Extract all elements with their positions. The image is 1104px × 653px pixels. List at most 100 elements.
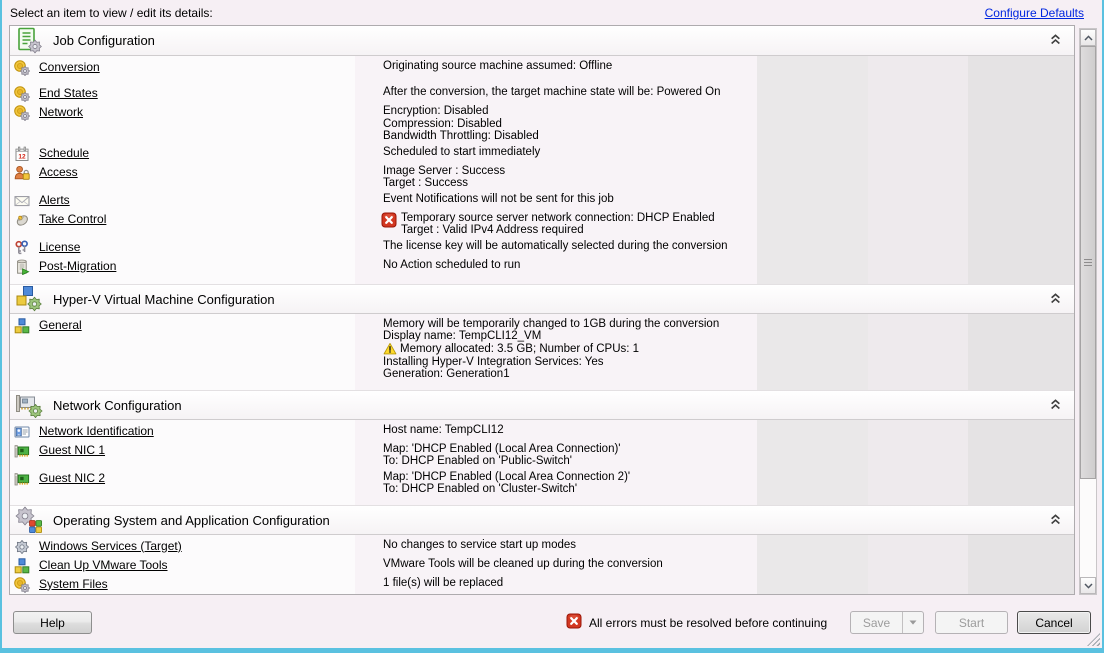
instruction-label: Select an item to view / edit its detail… (10, 6, 213, 20)
item-link-license[interactable]: License (39, 240, 80, 254)
error-icon (566, 613, 582, 629)
section-body: General Memory will be temporarily change… (10, 314, 1074, 390)
collapse-section-button[interactable] (1050, 32, 1062, 44)
item-description: 1 file(s) will be replaced (355, 577, 757, 593)
network-id-icon (14, 424, 30, 440)
collapse-section-button[interactable] (1050, 512, 1062, 524)
description-line: Host name: TempCLI12 (383, 424, 757, 437)
nic-icon (14, 471, 30, 487)
description-line: The license key will be automatically se… (383, 240, 757, 253)
warning-icon (383, 342, 397, 356)
item-link-network-identification[interactable]: Network Identification (39, 424, 154, 438)
item-link-post-migration[interactable]: Post-Migration (39, 259, 116, 273)
section-title: Job Configuration (53, 33, 155, 48)
gold-gear-icon (14, 577, 30, 593)
config-row: AccessImage Server : SuccessTarget : Suc… (10, 163, 1074, 191)
section-title: Network Configuration (53, 398, 182, 413)
item-description: VMware Tools will be cleaned up during t… (355, 558, 757, 574)
item-description: No Action scheduled to run (355, 259, 757, 275)
item-cell: Post-Migration (10, 259, 355, 275)
scroll-thumb[interactable] (1080, 46, 1096, 479)
config-row: General Memory will be temporarily change… (10, 316, 1074, 382)
config-row: License The license key will be automatic… (10, 238, 1074, 257)
item-link-network[interactable]: Network (39, 105, 83, 119)
item-cell: License (10, 240, 355, 256)
script-icon (14, 259, 30, 275)
description-line: Bandwidth Throttling: Disabled (383, 130, 757, 143)
start-button[interactable]: Start (935, 611, 1008, 634)
collapse-section-button[interactable] (1050, 397, 1062, 409)
gold-gear-icon (14, 86, 30, 102)
item-cell: General (10, 318, 355, 381)
item-link-conversion[interactable]: Conversion (39, 60, 100, 74)
item-cell: Guest NIC 2 (10, 471, 355, 496)
description-line: Encryption: Disabled (383, 105, 757, 118)
description-line: Scheduled to start immediately (383, 146, 757, 159)
section-title: Hyper-V Virtual Machine Configuration (53, 292, 275, 307)
config-row: Clean Up VMware Tools VMware Tools will b… (10, 556, 1074, 575)
section-title: Operating System and Application Configu… (53, 513, 330, 528)
item-cell: Conversion (10, 60, 355, 84)
network-card-gear-icon (15, 391, 43, 419)
item-link-alerts[interactable]: Alerts (39, 193, 70, 207)
section-network-configuration: Network Configuration Network Identificat… (10, 390, 1074, 505)
cancel-button[interactable]: Cancel (1017, 611, 1091, 634)
config-row: 12 Schedule Scheduled to start immediately (10, 144, 1074, 163)
window-border-bottom (0, 648, 1104, 653)
config-row: Network Identification Host name: TempCLI… (10, 422, 1074, 441)
item-description: Memory will be temporarily changed to 1G… (355, 318, 757, 381)
item-description: Host name: TempCLI12 (355, 424, 757, 440)
job-configuration-icon (15, 27, 43, 55)
item-link-system-files[interactable]: System Files (39, 577, 108, 591)
item-link-guest-nic-2[interactable]: Guest NIC 2 (39, 471, 105, 485)
section-job-configuration: Job Configuration Conversion Originating s… (10, 26, 1074, 284)
description-line: After the conversion, the target machine… (383, 86, 757, 99)
item-description: After the conversion, the target machine… (355, 86, 757, 102)
item-link-end-states[interactable]: End States (39, 86, 98, 100)
item-description: Scheduled to start immediately (355, 146, 757, 162)
scroll-up-button[interactable] (1080, 29, 1096, 46)
description-line: To: DHCP Enabled on 'Public-Switch' (383, 455, 757, 468)
description-line: Compression: Disabled (383, 118, 757, 131)
description-line: Target : Valid IPv4 Address required (401, 224, 715, 237)
item-link-clean-up-vmware-tools[interactable]: Clean Up VMware Tools (39, 558, 168, 572)
calendar-icon: 12 (14, 146, 30, 162)
item-link-access[interactable]: Access (39, 165, 78, 179)
description-line: Memory will be temporarily changed to 1G… (383, 318, 757, 331)
config-row: Post-Migration No Action scheduled to run (10, 257, 1074, 276)
nic-icon (14, 443, 30, 459)
cubes-icon (14, 558, 30, 574)
gray-gear-icon (14, 539, 30, 555)
envelope-icon (14, 193, 30, 209)
section-header: Operating System and Application Configu… (10, 505, 1074, 535)
description-line: VMware Tools will be cleaned up during t… (383, 558, 757, 571)
save-dropdown-arrow-icon[interactable] (902, 612, 923, 633)
section-hyper-v-virtual-machine-configuration: Hyper-V Virtual Machine Configuration Gen… (10, 284, 1074, 390)
scroll-thumb-grip (1084, 259, 1092, 267)
description-line: Map: 'DHCP Enabled (Local Area Connectio… (383, 443, 757, 456)
description-line: No Action scheduled to run (383, 259, 757, 272)
item-link-take-control[interactable]: Take Control (39, 212, 106, 226)
config-row: Guest NIC 2Map: 'DHCP Enabled (Local Are… (10, 469, 1074, 497)
item-description: Originating source machine assumed: Offl… (355, 60, 757, 84)
warning-note: Memory allocated: 3.5 GB; Number of CPUs… (383, 343, 757, 356)
item-description: Temporary source server network connecti… (355, 212, 757, 237)
config-row: Guest NIC 1 Map: 'DHCP Enabled (Local Are… (10, 441, 1074, 469)
item-link-general[interactable]: General (39, 318, 82, 332)
cubes-icon (14, 318, 30, 334)
item-link-windows-services-target[interactable]: Windows Services (Target) (39, 539, 182, 553)
item-cell: Windows Services (Target) (10, 539, 355, 555)
resize-grip[interactable] (1087, 633, 1100, 646)
item-link-schedule[interactable]: Schedule (39, 146, 89, 160)
save-button-label: Save (851, 616, 902, 630)
config-row: Network Encryption: DisabledCompression: … (10, 104, 1074, 145)
configure-defaults-link[interactable]: Configure Defaults (985, 6, 1084, 20)
item-cell: Clean Up VMware Tools (10, 558, 355, 574)
collapse-section-button[interactable] (1050, 291, 1062, 303)
save-button[interactable]: Save (850, 611, 924, 634)
help-button[interactable]: Help (13, 611, 92, 634)
scroll-down-button[interactable] (1080, 577, 1096, 594)
section-body: Windows Services (Target)No changes to s… (10, 535, 1074, 595)
item-cell: Alerts (10, 193, 355, 209)
item-link-guest-nic-1[interactable]: Guest NIC 1 (39, 443, 105, 457)
